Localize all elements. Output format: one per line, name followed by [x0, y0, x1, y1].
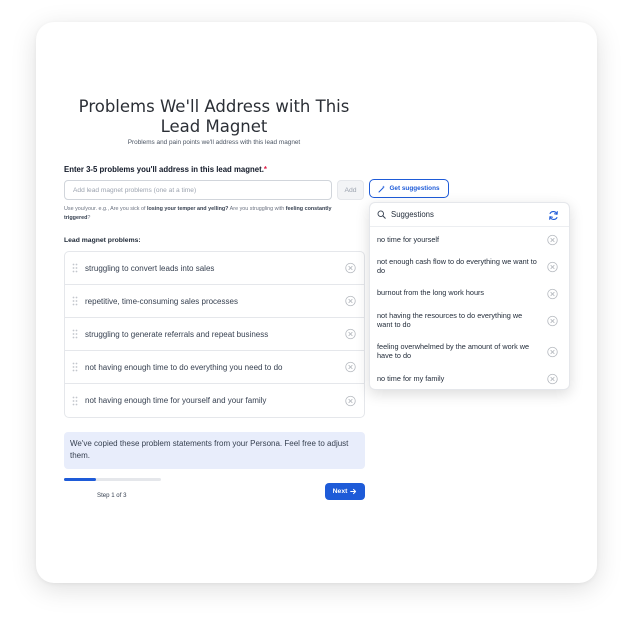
progress-bar — [64, 478, 161, 481]
suggestion-text: burnout from the long work hours — [377, 288, 485, 298]
problem-item[interactable]: struggling to generate referrals and rep… — [65, 318, 364, 351]
drag-handle-icon[interactable] — [65, 263, 85, 273]
problem-text: not having enough time to do everything … — [85, 362, 283, 372]
step-indicator: Step 1 of 3 — [97, 492, 127, 499]
remove-problem-icon[interactable] — [345, 328, 356, 340]
hint-example-1: losing your temper and yelling? — [147, 206, 229, 212]
next-button[interactable]: Next — [325, 483, 365, 500]
problem-text: repetitive, time-consuming sales process… — [85, 296, 238, 306]
suggestion-item[interactable]: not having the resources to do everythin… — [370, 306, 569, 336]
drag-handle-icon[interactable] — [65, 329, 85, 339]
hint-prefix: Use you/your. e.g., Are you sick of — [64, 206, 147, 212]
get-suggestions-button[interactable]: Get suggestions — [369, 179, 449, 198]
problems-field-label: Enter 3-5 problems you'll address in thi… — [64, 165, 267, 174]
problem-input[interactable]: Add lead magnet problems (one at a time) — [64, 180, 332, 200]
problems-list: struggling to convert leads into sales r… — [64, 251, 365, 418]
suggestion-text: feeling overwhelmed by the amount of wor… — [377, 342, 530, 360]
add-problem-button[interactable]: Add — [337, 180, 364, 200]
required-mark: * — [263, 165, 267, 174]
progress-fill — [64, 478, 97, 481]
suggestion-item[interactable]: no time for my family — [370, 368, 569, 390]
search-icon — [377, 210, 386, 219]
dismiss-suggestion-icon[interactable] — [547, 315, 558, 327]
suggestion-text: no time for yourself — [377, 234, 440, 244]
problems-list-label: Lead magnet problems: — [64, 237, 141, 244]
dismiss-suggestion-icon[interactable] — [547, 234, 558, 246]
problem-text: not having enough time for yourself and … — [85, 396, 267, 405]
suggestion-item[interactable]: no time for yourself — [370, 227, 569, 253]
problem-item[interactable]: repetitive, time-consuming sales process… — [65, 285, 364, 318]
suggestion-text: no time for my family — [377, 373, 445, 383]
drag-handle-icon[interactable] — [65, 296, 85, 306]
refresh-icon[interactable] — [548, 210, 559, 221]
problem-text: struggling to convert leads into sales — [85, 263, 215, 273]
field-label-text: Enter 3-5 problems you'll address in thi… — [64, 165, 264, 174]
problem-item[interactable]: not having enough time to do everything … — [65, 351, 364, 384]
persona-copy-note: We've copied these problem statements fr… — [64, 432, 365, 469]
drag-handle-icon[interactable] — [65, 362, 85, 372]
remove-problem-icon[interactable] — [345, 295, 356, 307]
remove-problem-icon[interactable] — [345, 361, 356, 373]
drag-handle-icon[interactable] — [65, 396, 85, 406]
hint-mid: Are you struggling with — [228, 206, 286, 212]
suggestions-panel: Suggestions no time for yourself not eno… — [369, 202, 570, 390]
arrow-right-icon — [350, 488, 357, 495]
suggestion-text: not having the resources to do everythin… — [377, 311, 523, 329]
suggestions-title: Suggestions — [391, 210, 434, 219]
input-hint: Use you/your. e.g., Are you sick of losi… — [64, 205, 334, 222]
problem-item[interactable]: struggling to convert leads into sales — [65, 252, 364, 285]
remove-problem-icon[interactable] — [345, 262, 356, 274]
suggestion-item[interactable]: burnout from the long work hours — [370, 281, 569, 306]
next-button-label: Next — [332, 488, 348, 495]
remove-problem-icon[interactable] — [345, 395, 356, 406]
problem-text: struggling to generate referrals and rep… — [85, 329, 269, 339]
dismiss-suggestion-icon[interactable] — [547, 373, 558, 385]
suggestion-text: not enough cash flow to do everything we… — [377, 257, 537, 275]
dismiss-suggestion-icon[interactable] — [547, 288, 558, 299]
dismiss-suggestion-icon[interactable] — [547, 261, 558, 273]
page-subtitle: Problems and pain points we'll address w… — [127, 139, 301, 146]
problem-input-placeholder: Add lead magnet problems (one at a time) — [73, 186, 197, 194]
magic-wand-icon — [378, 185, 386, 192]
suggestion-item[interactable]: feeling overwhelmed by the amount of wor… — [370, 336, 569, 368]
suggestions-header: Suggestions — [370, 203, 569, 227]
suggestion-item[interactable]: not enough cash flow to do everything we… — [370, 253, 569, 281]
hint-suffix: ? — [87, 214, 91, 221]
dismiss-suggestion-icon[interactable] — [547, 346, 558, 358]
page-title: Problems We'll Address with This Lead Ma… — [78, 97, 350, 136]
problem-item[interactable]: not having enough time for yourself and … — [65, 384, 364, 417]
get-suggestions-label: Get suggestions — [389, 185, 440, 192]
